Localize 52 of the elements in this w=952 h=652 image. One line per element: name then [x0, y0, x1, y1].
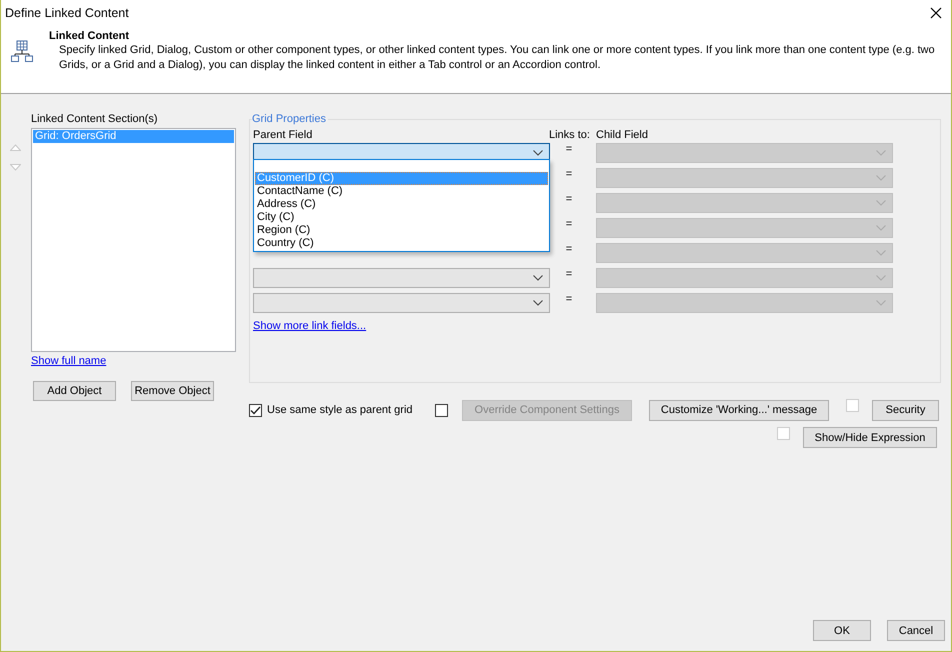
show-more-link[interactable]: Show more link fields... [253, 320, 893, 332]
chevron-icon [876, 150, 886, 156]
equals-sign: = [564, 168, 574, 180]
chevron-icon [876, 225, 886, 231]
equals-sign: = [564, 268, 574, 280]
header-title: Linked Content [49, 30, 130, 42]
child-field-dropdown[interactable] [596, 268, 893, 288]
show-full-name-link[interactable]: Show full name [31, 355, 106, 367]
equals-sign: = [564, 218, 574, 230]
chevron-icon [876, 275, 886, 281]
group-legend: Grid Properties [252, 113, 328, 126]
same-style-label: Use same style as parent grid [267, 404, 414, 416]
dialog-button[interactable]: Cancel [887, 620, 945, 641]
child-field-dropdown[interactable] [596, 218, 893, 238]
child-field-dropdown[interactable] [596, 193, 893, 213]
header-description: Specify linked Grid, Dialog, Custom or other component types, or other linked content types. You can link one or more content types. If you link more than one content type (e.g. two Grids, or a Grid and a Dialog), you can display the linked content in either a Tab control or an Accordion control. [58, 43, 936, 73]
parent-field-dropdown[interactable] [253, 268, 550, 288]
move-down-icon[interactable] [10, 164, 20, 171]
child-field-label: Child Field [596, 128, 649, 143]
equals-sign: = [564, 143, 574, 155]
child-field-dropdown[interactable] [596, 168, 893, 188]
sections-label: Linked Content Section(s) [31, 112, 159, 127]
window-title: Define Linked Content [5, 6, 129, 20]
chevron-icon [876, 300, 886, 306]
object-button[interactable]: Add Object [33, 381, 116, 401]
child-field-dropdown[interactable] [596, 293, 893, 313]
close-icon[interactable] [930, 6, 942, 18]
dropdown-option[interactable]: Address (C) [255, 198, 548, 211]
parent-field-label: Parent Field [253, 128, 314, 143]
equals-sign: = [564, 193, 574, 205]
child-field-dropdown[interactable] [596, 143, 893, 163]
chevron-icon [533, 150, 543, 156]
chevron-icon [533, 275, 543, 281]
child-field-dropdown[interactable] [596, 243, 893, 263]
equals-sign: = [564, 293, 574, 305]
equals-sign: = [564, 243, 574, 255]
chevron-icon [876, 175, 886, 181]
chevron-icon [533, 300, 543, 306]
dropdown-option[interactable]: City (C) [255, 211, 548, 224]
dropdown-option[interactable]: Region (C) [255, 224, 548, 237]
same-style-checkbox[interactable] [249, 404, 262, 416]
chevron-icon [876, 200, 886, 206]
customize-message-button[interactable]: Customize 'Working...' message [649, 400, 829, 420]
chevron-icon [876, 250, 886, 256]
parent-field-dropdown[interactable] [253, 293, 550, 313]
dropdown-option[interactable]: Country (C) [255, 237, 548, 250]
move-up-icon[interactable] [10, 144, 20, 151]
object-button[interactable]: Remove Object [131, 381, 214, 401]
dialog-button[interactable]: OK [813, 620, 871, 641]
network-grid-icon [11, 40, 33, 62]
links-to-label: Links to: [549, 128, 591, 143]
dropdown-option[interactable]: ContactName (C) [255, 185, 548, 198]
